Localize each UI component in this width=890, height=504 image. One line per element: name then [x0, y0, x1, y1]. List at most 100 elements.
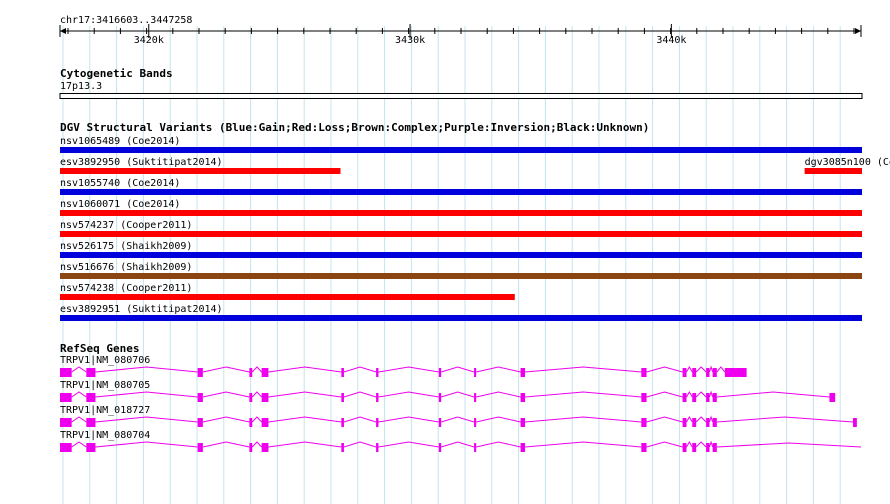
intron-line: [441, 391, 475, 398]
exon-block: [474, 393, 477, 402]
intron-line: [476, 416, 521, 423]
intron-line: [646, 441, 683, 448]
exon-block: [249, 418, 253, 427]
exon-block: [692, 393, 697, 402]
intron-line: [646, 366, 683, 373]
exon-block: [852, 418, 857, 427]
exon-block: [641, 393, 647, 402]
intron-line: [716, 366, 726, 373]
exon-block: [438, 393, 442, 402]
intron-line: [378, 391, 439, 398]
intron-line: [343, 366, 377, 373]
intron-line: [378, 366, 439, 373]
intron-line: [686, 415, 693, 423]
intron-line: [709, 440, 714, 448]
exon-block: [60, 443, 72, 452]
exon-block: [692, 443, 697, 452]
intron-line: [476, 441, 521, 448]
intron-line: [695, 441, 707, 448]
exon-block: [641, 368, 647, 377]
intron-line: [268, 441, 342, 448]
genome-browser-panel[interactable]: chr17:3416603..3447258 3420k 3430k 3440k C…: [0, 0, 890, 504]
intron-line: [71, 441, 87, 448]
intron-line: [95, 391, 198, 398]
exon-block: [86, 368, 96, 377]
exon-block: [474, 368, 477, 377]
intron-line: [695, 366, 707, 373]
intron-line: [202, 441, 250, 448]
ruler-right-arrow: [855, 28, 861, 34]
exon-block: [706, 443, 710, 452]
exon-block: [249, 368, 253, 377]
intron-line: [251, 366, 263, 373]
exon-block: [829, 393, 836, 402]
intron-line: [524, 391, 642, 398]
exon-block: [197, 418, 203, 427]
exon-block: [438, 368, 442, 377]
exon-block: [706, 393, 710, 402]
exon-block: [682, 418, 687, 427]
exon-block: [706, 418, 710, 427]
exon-block: [197, 443, 203, 452]
intron-line: [71, 366, 87, 373]
intron-line: [441, 441, 475, 448]
intron-line: [378, 416, 439, 423]
exon-block: [376, 418, 379, 427]
intron-line: [71, 416, 87, 423]
exon-block: [261, 443, 269, 452]
dgv-variant-bar: [60, 273, 862, 279]
intron-line: [268, 391, 342, 398]
intron-line: [441, 416, 475, 423]
exon-block: [376, 443, 379, 452]
intron-line: [343, 416, 377, 423]
intron-line: [524, 366, 642, 373]
exon-block: [520, 443, 526, 452]
exon-block: [682, 393, 687, 402]
exon-block: [438, 443, 442, 452]
intron-line: [476, 391, 521, 398]
exon-block: [197, 368, 203, 377]
intron-line: [716, 416, 853, 423]
intron-line: [695, 391, 707, 398]
exon-block: [86, 418, 96, 427]
exon-block: [712, 368, 717, 377]
exon-block: [341, 418, 344, 427]
intron-line: [343, 441, 377, 448]
exon-block: [60, 368, 72, 377]
exon-block: [724, 368, 747, 377]
exon-block: [341, 393, 344, 402]
intron-line: [709, 415, 714, 423]
exon-block: [249, 443, 253, 452]
exon-block: [682, 368, 687, 377]
dgv-variant-bar: [60, 252, 862, 258]
exon-block: [249, 393, 253, 402]
intron-line: [268, 366, 342, 373]
exon-block: [261, 418, 269, 427]
intron-line: [251, 391, 263, 398]
intron-line: [686, 440, 693, 448]
track-features[interactable]: [0, 0, 890, 504]
intron-line: [524, 416, 642, 423]
dgv-variant-bar: [60, 168, 341, 174]
exon-block: [712, 393, 717, 402]
exon-block: [86, 393, 96, 402]
intron-line: [646, 391, 683, 398]
exon-block: [520, 368, 526, 377]
exon-block: [376, 393, 379, 402]
exon-block: [474, 418, 477, 427]
exon-block: [60, 393, 72, 402]
dgv-variant-bar: [60, 147, 862, 153]
intron-line: [441, 366, 475, 373]
exon-block: [261, 393, 269, 402]
exon-block: [438, 418, 442, 427]
dgv-variant-bar: [60, 210, 862, 216]
intron-line: [716, 442, 862, 448]
intron-line: [251, 441, 263, 448]
exon-block: [641, 443, 647, 452]
dgv-variant-bar: [60, 315, 862, 321]
intron-line: [378, 441, 439, 448]
exon-block: [86, 443, 96, 452]
ruler-left-arrow: [60, 28, 66, 34]
exon-block: [692, 418, 697, 427]
intron-line: [646, 416, 683, 423]
